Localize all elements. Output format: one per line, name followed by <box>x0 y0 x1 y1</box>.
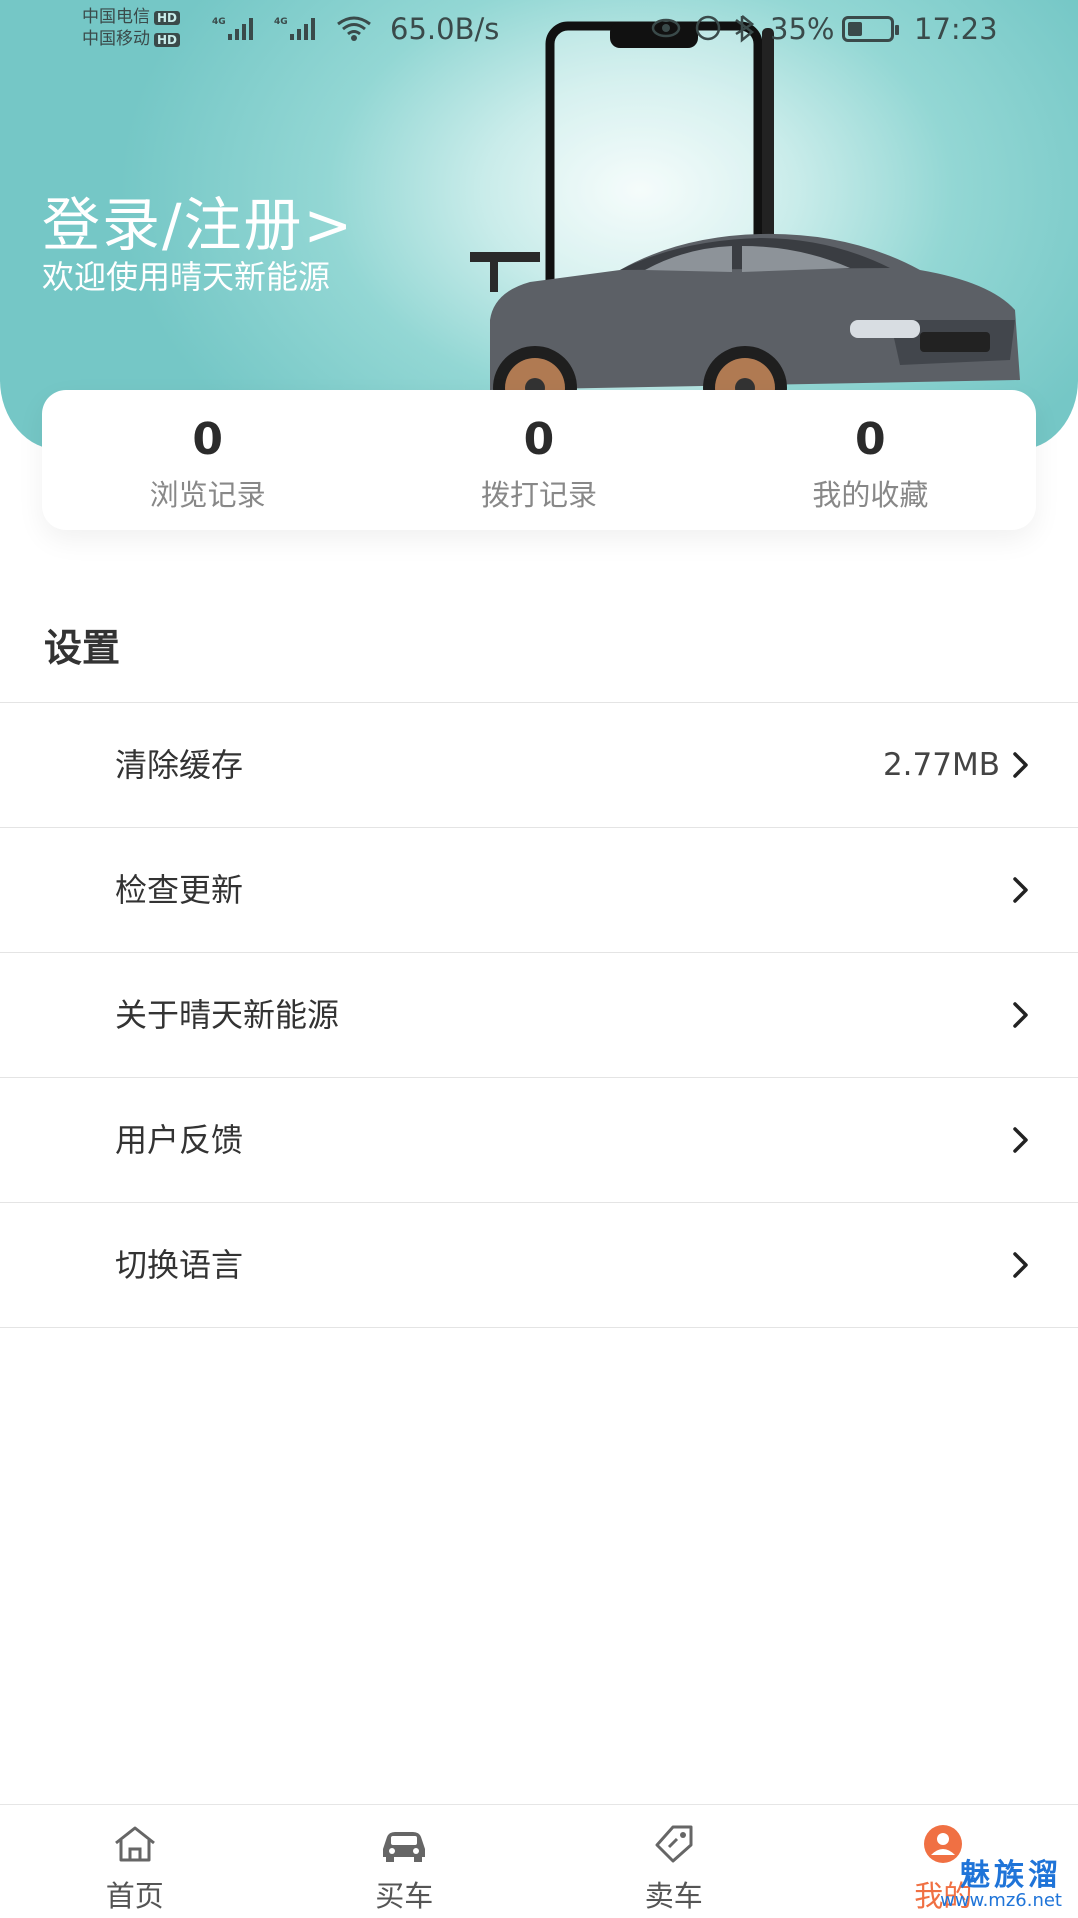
watermark: 魅族溜 www.mz6.net <box>940 1860 1062 1910</box>
status-bar: 中国电信 HD 中国移动 HD 4G 4G 65.0B/s 35% 17:23 <box>0 0 1078 60</box>
carrier-2: 中国移动 <box>82 29 150 49</box>
car-phone-illustration <box>470 21 1020 450</box>
clock: 17:23 <box>914 12 998 46</box>
hd-badge: HD <box>154 11 181 25</box>
bottom-tab-bar: 首页 买车 卖车 我的 <box>0 1804 1078 1918</box>
stat-call-history[interactable]: 0 拨打记录 <box>373 390 704 530</box>
tab-sell-car[interactable]: 卖车 <box>539 1805 809 1918</box>
chevron-right-icon <box>1013 1127 1028 1153</box>
chevron-right-icon <box>1013 1002 1028 1028</box>
stat-count: 0 <box>192 414 223 465</box>
watermark-url: www.mz6.net <box>940 1890 1062 1911</box>
hd-badge: HD <box>154 33 181 47</box>
system-status-icons <box>651 15 755 43</box>
signal-icon: 4G <box>212 17 253 40</box>
tab-label: 卖车 <box>644 1879 703 1913</box>
settings-title: 设置 <box>44 626 121 670</box>
carrier-info: 中国电信 HD 中国移动 HD <box>82 6 181 50</box>
battery-percent: 35% <box>770 12 835 46</box>
profile-header: 中国电信 HD 中国移动 HD 4G 4G 65.0B/s 35% 17:23 … <box>0 0 1078 450</box>
stats-card: 0 浏览记录 0 拨打记录 0 我的收藏 <box>42 390 1036 530</box>
cache-size-value: 2.77MB <box>882 747 1000 783</box>
carrier-1: 中国电信 <box>82 7 150 27</box>
chevron-right-icon <box>1013 877 1028 903</box>
stat-label: 浏览记录 <box>149 478 266 512</box>
chevron-right-icon <box>1013 752 1028 778</box>
menu-item-feedback[interactable]: 用户反馈 <box>0 1078 1078 1203</box>
car-icon <box>383 1832 426 1862</box>
tab-home[interactable]: 首页 <box>0 1805 270 1918</box>
welcome-text: 欢迎使用晴天新能源 <box>42 258 331 296</box>
stat-label: 拨打记录 <box>480 478 597 512</box>
network-speed: 65.0B/s <box>390 12 500 46</box>
tab-label: 买车 <box>375 1879 434 1913</box>
svg-text:4G: 4G <box>274 17 288 27</box>
login-register-link[interactable]: 登录/注册> <box>42 178 354 262</box>
signal-icon: 4G <box>274 17 315 40</box>
watermark-text: 魅族溜 <box>960 1858 1062 1893</box>
menu-item-clear-cache[interactable]: 清除缓存 2.77MB <box>0 703 1078 828</box>
battery-icon <box>842 16 899 42</box>
menu-item-label: 切换语言 <box>115 1246 244 1284</box>
tab-buy-car[interactable]: 买车 <box>270 1805 540 1918</box>
wifi-icon <box>337 16 371 41</box>
menu-item-label: 关于晴天新能源 <box>115 996 340 1034</box>
settings-menu: 清除缓存 2.77MB 检查更新 关于晴天新能源 用户反馈 切换语言 <box>0 702 1078 1328</box>
tag-icon <box>655 1825 693 1863</box>
menu-item-label: 用户反馈 <box>115 1121 244 1159</box>
stat-browse-history[interactable]: 0 浏览记录 <box>42 390 373 530</box>
menu-item-label: 检查更新 <box>115 871 244 909</box>
chevron-right-icon <box>1013 1252 1028 1278</box>
svg-text:4G: 4G <box>212 17 226 27</box>
stat-count: 0 <box>523 414 555 465</box>
menu-item-check-update[interactable]: 检查更新 <box>0 828 1078 953</box>
home-icon <box>114 1826 155 1862</box>
tab-label: 首页 <box>105 1879 164 1913</box>
menu-item-language[interactable]: 切换语言 <box>0 1203 1078 1328</box>
stat-label: 我的收藏 <box>812 478 929 512</box>
menu-item-about[interactable]: 关于晴天新能源 <box>0 953 1078 1078</box>
menu-item-label: 清除缓存 <box>115 746 244 784</box>
stat-favorites[interactable]: 0 我的收藏 <box>705 390 1036 530</box>
stat-count: 0 <box>855 414 886 465</box>
